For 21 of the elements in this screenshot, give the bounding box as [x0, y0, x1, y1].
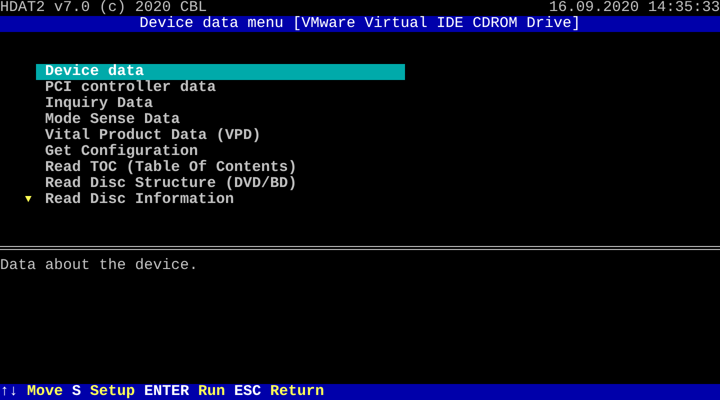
shortcut-key: ESC	[234, 384, 262, 400]
menu-item[interactable]: Read Disc Structure (DVD/BD)	[36, 176, 405, 192]
menu-item[interactable]: Mode Sense Data	[36, 112, 405, 128]
shortcut-key: ENTER	[144, 384, 190, 400]
shortcut-action: Move	[27, 384, 64, 400]
menu-item[interactable]: Read Disc Information	[36, 192, 405, 208]
shortcut-action: Setup	[90, 384, 136, 400]
menu-item[interactable]: PCI controller data	[36, 80, 405, 96]
shortcut-key: ↑↓	[0, 384, 18, 400]
shortcut-key: S	[72, 384, 82, 400]
date-time: 16.09.2020 14:35:33	[548, 0, 720, 16]
description-text: Data about the device.	[0, 257, 198, 274]
menu-title: Device data menu [VMware Virtual IDE CDROM Drive]	[139, 16, 581, 32]
shortcut-action: Return	[270, 384, 324, 400]
shortcut-action: Run	[198, 384, 226, 400]
app-title: HDAT2 v7.0 (c) 2020 CBL	[0, 0, 208, 16]
menu-item[interactable]: Inquiry Data	[36, 96, 405, 112]
menu-item[interactable]: Read TOC (Table Of Contents)	[36, 160, 405, 176]
scroll-down-indicator: ▼	[24, 193, 33, 208]
menu-item[interactable]: Get Configuration	[36, 144, 405, 160]
menu-item[interactable]: Vital Product Data (VPD)	[36, 128, 405, 144]
